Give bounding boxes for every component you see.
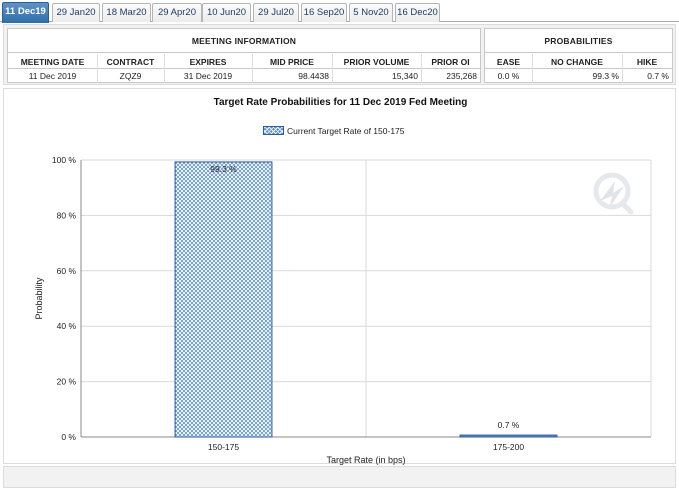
meeting-cell: ZQZ9 xyxy=(119,71,142,81)
meeting-information-title: MEETING INFORMATION xyxy=(8,29,480,53)
y-tick-label: 100 % xyxy=(52,155,77,165)
probability-col-header: NO CHANGE xyxy=(551,57,603,67)
bar-175-200 xyxy=(459,434,558,438)
tab-29-apr20[interactable]: 29 Apr20 xyxy=(152,3,202,22)
tab-10-jun20[interactable]: 10 Jun20 xyxy=(202,3,251,22)
probabilities-panel: PROBABILITIES EASE 0.0 % NO CHANGE 99.3 % HI… xyxy=(484,28,673,83)
meeting-cell: 98.4438 xyxy=(298,71,329,81)
meeting-col-header: PRIOR OI xyxy=(431,57,470,67)
tab-29-jan20[interactable]: 29 Jan20 xyxy=(52,3,100,22)
y-tick-label: 0 % xyxy=(61,432,76,442)
tab-18-mar20[interactable]: 18 Mar20 xyxy=(102,3,151,22)
meeting-col-header: MID PRICE xyxy=(270,57,314,67)
y-tick-label: 20 % xyxy=(57,377,77,387)
probability-cell: 99.3 % xyxy=(592,71,619,81)
meeting-col-header: PRIOR VOLUME xyxy=(343,57,410,67)
legend-swatch xyxy=(263,126,284,135)
tab-5-nov20[interactable]: 5 Nov20 xyxy=(349,3,393,22)
probability-cell: 0.7 % xyxy=(647,71,669,81)
info-bar: MEETING INFORMATION MEETING DATE 11 Dec 2… xyxy=(3,24,676,85)
meeting-cell: 31 Dec 2019 xyxy=(183,71,233,81)
footer-strip xyxy=(3,466,676,488)
meeting-col-header: CONTRACT xyxy=(106,57,155,67)
meeting-col-header: MEETING DATE xyxy=(20,57,85,67)
tab-29-jul20[interactable]: 29 Jul20 xyxy=(253,3,299,22)
y-axis-title: Probability xyxy=(34,277,44,320)
chart-plot: 0 % 20 % 40 % 60 % 80 % 100 % 99.3 % 150-175 0.7… xyxy=(34,155,652,465)
bar-value-label: 0.7 % xyxy=(498,420,520,430)
meeting-cell: 11 Dec 2019 xyxy=(28,71,77,81)
meeting-col-header: EXPIRES xyxy=(189,57,227,67)
tab-16-dec20[interactable]: 16 Dec20 xyxy=(395,3,440,22)
probability-cell: 0.0 % xyxy=(497,71,520,81)
meeting-cell: 15,340 xyxy=(392,71,418,81)
x-tick-label: 175-200 xyxy=(493,442,524,452)
cme-logo-icon xyxy=(593,172,634,215)
tab-11-dec19[interactable]: 11 Dec19 xyxy=(2,2,49,23)
y-tick-label: 40 % xyxy=(57,321,77,331)
x-axis-title: Target Rate (in bps) xyxy=(326,455,405,465)
probability-col-header: HIKE xyxy=(636,57,658,67)
y-tick-label: 80 % xyxy=(57,210,77,220)
tab-16-sep20[interactable]: 16 Sep20 xyxy=(301,3,347,22)
chart-legend: Current Target Rate of 150-175 xyxy=(263,125,405,137)
chart-area: 0 % 20 % 40 % 60 % 80 % 100 % 99.3 % 150-175 0.7… xyxy=(3,88,676,465)
bar-150-175 xyxy=(174,161,273,438)
x-tick-label: 150-175 xyxy=(208,442,239,452)
bar-value-label: 99.3 % xyxy=(210,164,237,174)
legend-label: Current Target Rate of 150-175 xyxy=(287,126,405,136)
meeting-tab-bar: 11 Dec19 29 Jan20 18 Mar20 29 Apr20 10 Jun20… xyxy=(0,0,679,23)
meeting-information-panel: MEETING INFORMATION MEETING DATE 11 Dec 2… xyxy=(7,28,481,83)
probabilities-title: PROBABILITIES xyxy=(485,29,672,53)
meeting-cell: 235,268 xyxy=(446,71,477,81)
y-tick-label: 60 % xyxy=(57,266,77,276)
probability-col-header: EASE xyxy=(496,57,521,67)
chart-title: Target Rate Probabilities for 11 Dec 201… xyxy=(213,97,468,108)
